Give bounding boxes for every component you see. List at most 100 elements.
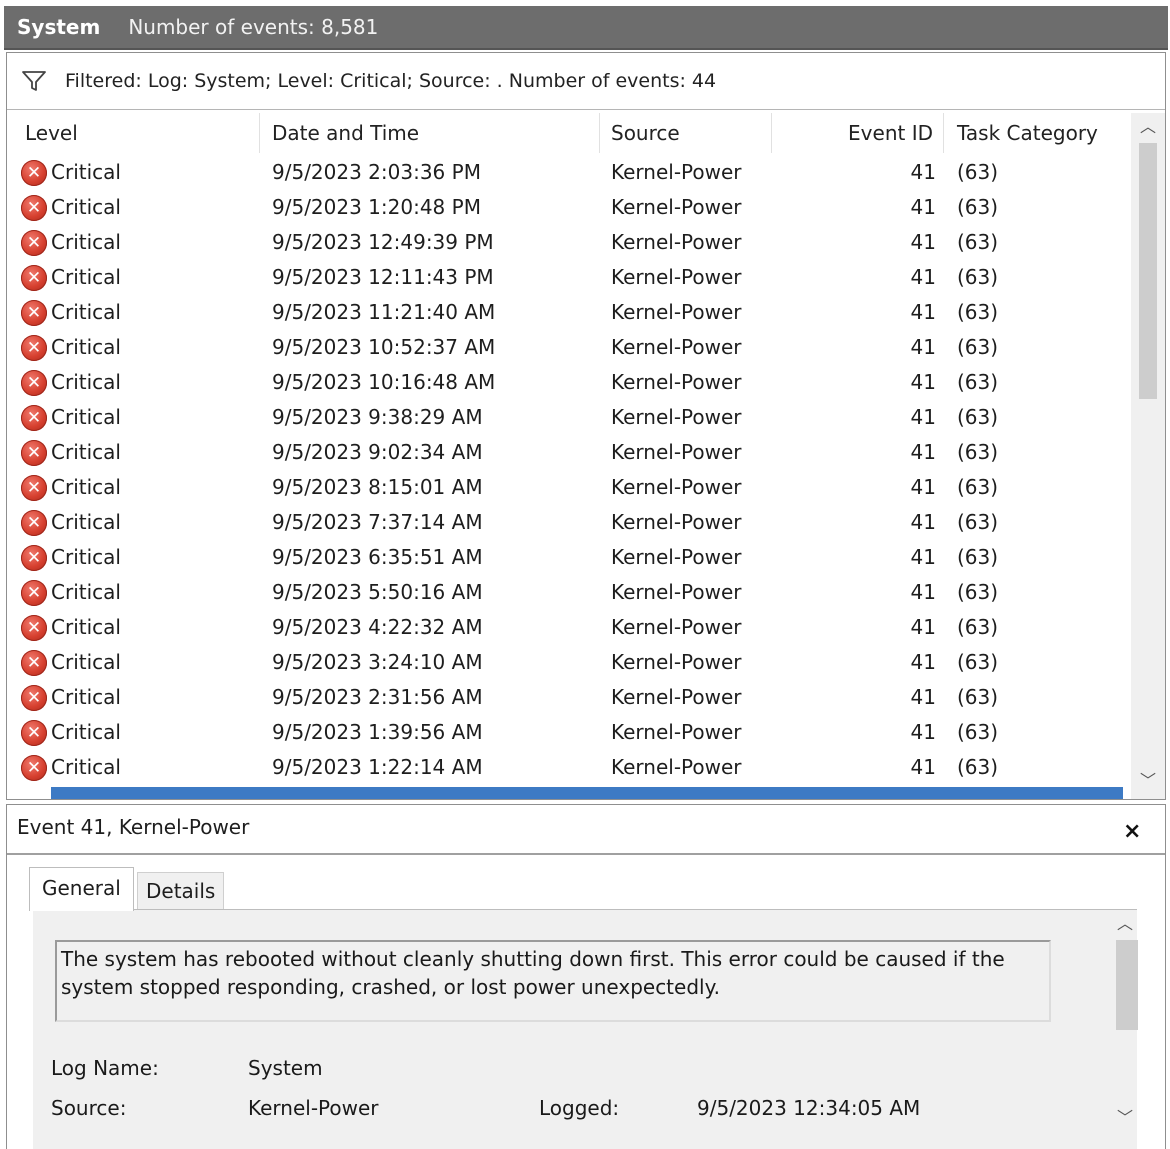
level-text: Critical bbox=[51, 160, 121, 184]
column-header: Level Date and Time Source Event ID Task… bbox=[7, 113, 1125, 153]
level-text: Critical bbox=[51, 510, 121, 534]
task-category-cell: (63) bbox=[957, 650, 999, 674]
tab-details[interactable]: Details bbox=[137, 872, 225, 909]
level-cell: ✕ Critical bbox=[21, 155, 121, 190]
level-cell: ✕ Critical bbox=[21, 610, 121, 645]
source-cell: Kernel-Power bbox=[611, 230, 742, 254]
detail-divider bbox=[7, 853, 1165, 855]
level-text: Critical bbox=[51, 685, 121, 709]
table-row[interactable]: ✕ Critical 9/5/2023 1:22:14 AM Kernel-Power… bbox=[7, 750, 1125, 785]
task-category-cell: (63) bbox=[957, 370, 999, 394]
critical-error-icon: ✕ bbox=[21, 649, 47, 676]
critical-error-icon: ✕ bbox=[21, 369, 47, 396]
logged-value[interactable]: 9/5/2023 12:34:05 AM bbox=[697, 1096, 920, 1120]
table-row[interactable]: ✕ Critical 9/5/2023 3:24:10 AM Kernel-Power… bbox=[7, 645, 1125, 680]
table-row[interactable]: ✕ Critical 9/5/2023 1:39:56 AM Kernel-Power… bbox=[7, 715, 1125, 750]
table-row[interactable]: ✕ Critical 9/5/2023 8:15:01 AM Kernel-Power… bbox=[7, 470, 1125, 505]
table-row[interactable]: ✕ Critical 9/5/2023 2:31:56 AM Kernel-Power… bbox=[7, 680, 1125, 715]
source-label: Source: bbox=[51, 1096, 127, 1120]
table-row[interactable]: ✕ Critical 9/5/2023 5:50:16 AM Kernel-Power… bbox=[7, 575, 1125, 610]
source-cell: Kernel-Power bbox=[611, 510, 742, 534]
critical-error-icon: ✕ bbox=[21, 264, 47, 291]
critical-error-icon: ✕ bbox=[21, 474, 47, 501]
event-id-cell: 41 bbox=[910, 335, 936, 359]
date-cell: 9/5/2023 12:49:39 PM bbox=[272, 230, 494, 254]
source-cell: Kernel-Power bbox=[611, 405, 742, 429]
selected-table-row[interactable] bbox=[51, 787, 1123, 799]
scroll-up-icon[interactable]: ︿ bbox=[1140, 119, 1156, 135]
scroll-thumb[interactable] bbox=[1139, 143, 1157, 399]
detail-scroll-down-icon[interactable]: ﹀ bbox=[1117, 1110, 1133, 1126]
level-text: Critical bbox=[51, 615, 121, 639]
table-row[interactable]: ✕ Critical 9/5/2023 2:03:36 PM Kernel-Power… bbox=[7, 155, 1125, 190]
column-date[interactable]: Date and Time bbox=[272, 113, 600, 153]
table-row[interactable]: ✕ Critical 9/5/2023 9:02:34 AM Kernel-Power… bbox=[7, 435, 1125, 470]
critical-error-icon: ✕ bbox=[21, 404, 47, 431]
table-row[interactable]: ✕ Critical 9/5/2023 10:52:37 AM Kernel-Powe… bbox=[7, 330, 1125, 365]
task-category-cell: (63) bbox=[957, 195, 999, 219]
level-cell: ✕ Critical bbox=[21, 505, 121, 540]
column-source[interactable]: Source bbox=[611, 113, 772, 153]
level-cell: ✕ Critical bbox=[21, 750, 121, 785]
source-cell: Kernel-Power bbox=[611, 615, 742, 639]
date-cell: 9/5/2023 3:24:10 AM bbox=[272, 650, 483, 674]
critical-error-icon: ✕ bbox=[21, 439, 47, 466]
critical-error-icon: ✕ bbox=[21, 334, 47, 361]
task-category-cell: (63) bbox=[957, 580, 999, 604]
task-category-cell: (63) bbox=[957, 230, 999, 254]
column-task-category[interactable]: Task Category bbox=[957, 113, 1125, 153]
tab-general[interactable]: General bbox=[29, 867, 134, 911]
detail-scrollbar[interactable]: ︿ ﹀ bbox=[1113, 910, 1138, 1149]
date-cell: 9/5/2023 5:50:16 AM bbox=[272, 580, 483, 604]
log-header: System Number of events: 8,581 bbox=[4, 6, 1168, 50]
critical-error-icon: ✕ bbox=[21, 159, 47, 186]
critical-error-icon: ✕ bbox=[21, 229, 47, 256]
level-text: Critical bbox=[51, 230, 121, 254]
table-row[interactable]: ✕ Critical 9/5/2023 1:20:48 PM Kernel-Power… bbox=[7, 190, 1125, 225]
source-cell: Kernel-Power bbox=[611, 650, 742, 674]
level-cell: ✕ Critical bbox=[21, 225, 121, 260]
critical-error-icon: ✕ bbox=[21, 509, 47, 536]
level-text: Critical bbox=[51, 545, 121, 569]
date-cell: 9/5/2023 8:15:01 AM bbox=[272, 475, 483, 499]
table-row[interactable]: ✕ Critical 9/5/2023 11:21:40 AM Kernel-Powe… bbox=[7, 295, 1125, 330]
table-row[interactable]: ✕ Critical 9/5/2023 6:35:51 AM Kernel-Power… bbox=[7, 540, 1125, 575]
task-category-cell: (63) bbox=[957, 160, 999, 184]
filter-bar: Filtered: Log: System; Level: Critical; … bbox=[7, 53, 1165, 110]
date-cell: 9/5/2023 10:52:37 AM bbox=[272, 335, 496, 359]
source-cell: Kernel-Power bbox=[611, 160, 742, 184]
date-cell: 9/5/2023 4:22:32 AM bbox=[272, 615, 483, 639]
column-event-id[interactable]: Event ID bbox=[772, 113, 944, 153]
log-name-value[interactable]: System bbox=[248, 1056, 323, 1080]
event-id-cell: 41 bbox=[910, 195, 936, 219]
event-detail-pane: Event 41, Kernel-Power × General Details… bbox=[6, 804, 1166, 1149]
critical-error-icon: ✕ bbox=[21, 754, 47, 781]
level-cell: ✕ Critical bbox=[21, 330, 121, 365]
table-row[interactable]: ✕ Critical 9/5/2023 12:11:43 PM Kernel-Powe… bbox=[7, 260, 1125, 295]
level-text: Critical bbox=[51, 580, 121, 604]
source-value[interactable]: Kernel-Power bbox=[248, 1096, 379, 1120]
detail-scroll-up-icon[interactable]: ︿ bbox=[1117, 916, 1133, 932]
event-id-cell: 41 bbox=[910, 230, 936, 254]
critical-error-icon: ✕ bbox=[21, 614, 47, 641]
column-level[interactable]: Level bbox=[25, 113, 260, 153]
source-cell: Kernel-Power bbox=[611, 440, 742, 464]
scroll-down-icon[interactable]: ﹀ bbox=[1140, 773, 1156, 789]
table-row[interactable]: ✕ Critical 9/5/2023 9:38:29 AM Kernel-Power… bbox=[7, 400, 1125, 435]
task-category-cell: (63) bbox=[957, 335, 999, 359]
detail-scroll-thumb[interactable] bbox=[1116, 940, 1138, 1030]
close-icon[interactable]: × bbox=[1123, 819, 1141, 844]
detail-title: Event 41, Kernel-Power bbox=[17, 815, 250, 839]
level-text: Critical bbox=[51, 335, 121, 359]
table-row[interactable]: ✕ Critical 9/5/2023 7:37:14 AM Kernel-Power… bbox=[7, 505, 1125, 540]
table-row[interactable]: ✕ Critical 9/5/2023 12:49:39 PM Kernel-Powe… bbox=[7, 225, 1125, 260]
date-cell: 9/5/2023 12:11:43 PM bbox=[272, 265, 494, 289]
task-category-cell: (63) bbox=[957, 755, 999, 779]
date-cell: 9/5/2023 11:21:40 AM bbox=[272, 300, 496, 324]
list-scrollbar[interactable]: ︿ ﹀ bbox=[1131, 113, 1165, 799]
level-cell: ✕ Critical bbox=[21, 680, 121, 715]
table-row[interactable]: ✕ Critical 9/5/2023 4:22:32 AM Kernel-Power… bbox=[7, 610, 1125, 645]
table-row[interactable]: ✕ Critical 9/5/2023 10:16:48 AM Kernel-Powe… bbox=[7, 365, 1125, 400]
event-message[interactable]: The system has rebooted without cleanly … bbox=[55, 940, 1051, 1022]
level-text: Critical bbox=[51, 720, 121, 744]
